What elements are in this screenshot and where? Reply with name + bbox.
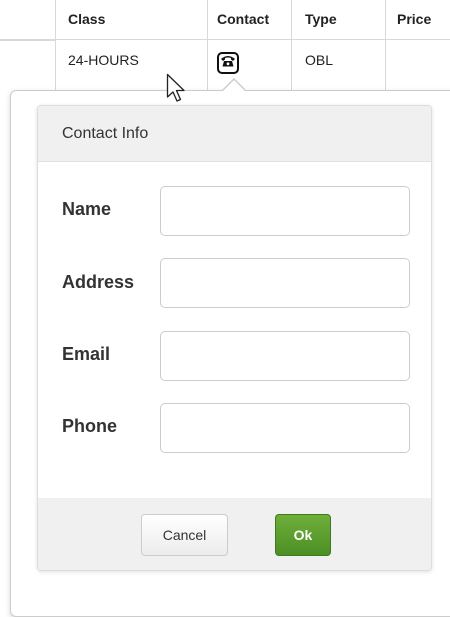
mouse-cursor-icon	[166, 73, 186, 108]
name-field[interactable]	[160, 186, 410, 236]
ok-button[interactable]: Ok	[275, 514, 331, 556]
contact-info-dialog: Contact Info Name Address Email Phone Ca…	[37, 105, 432, 571]
address-label: Address	[62, 272, 135, 292]
dialog-header: Contact Info	[38, 106, 431, 162]
dialog-title: Contact Info	[62, 125, 149, 142]
popover-arrow-fill	[223, 80, 245, 91]
column-header-class[interactable]: Class	[68, 0, 105, 40]
screen: Class Contact Type Price 24-HOURS OBL Co…	[0, 0, 450, 617]
cell-type: OBL	[305, 52, 334, 68]
phone-icon	[220, 54, 236, 73]
contact-button[interactable]	[217, 52, 239, 74]
email-field[interactable]	[160, 331, 410, 381]
cell-class: 24-HOURS	[68, 52, 139, 68]
phone-label: Phone	[62, 416, 118, 436]
column-header-contact[interactable]: Contact	[217, 0, 269, 40]
address-field[interactable]	[160, 258, 410, 308]
column-header-price[interactable]: Price	[397, 0, 431, 40]
cancel-button[interactable]: Cancel	[141, 514, 228, 556]
phone-field[interactable]	[160, 403, 410, 453]
name-label: Name	[62, 199, 112, 219]
grid-header: Class Contact Type Price	[0, 0, 450, 40]
column-header-type[interactable]: Type	[305, 0, 337, 40]
email-label: Email	[62, 344, 111, 364]
dialog-footer: Cancel Ok	[38, 498, 431, 570]
